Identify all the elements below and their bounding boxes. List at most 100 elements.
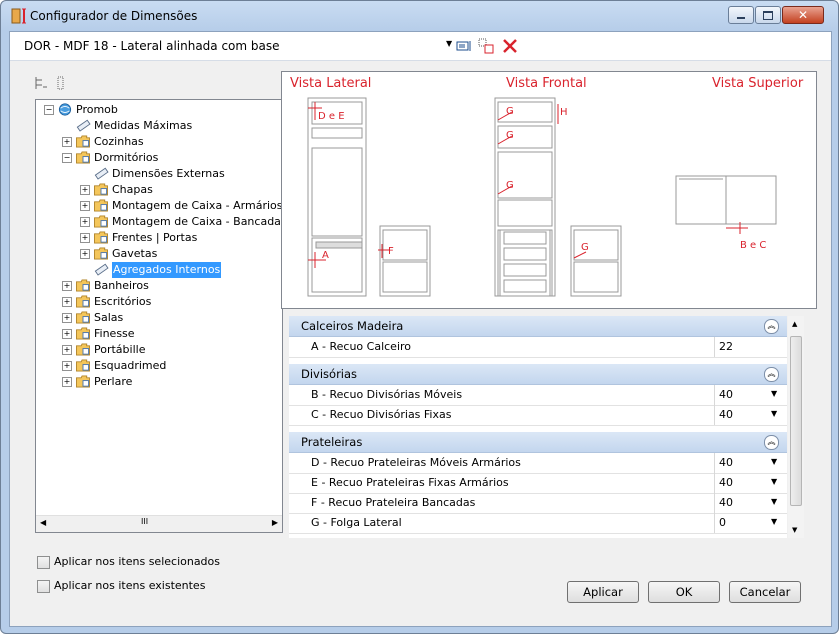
tree-item[interactable]: Medidas Máximas — [36, 118, 281, 134]
folder-icon — [76, 359, 90, 372]
collapse-icon[interactable]: ︽ — [764, 435, 779, 450]
tree-item-label: Esquadrimed — [94, 359, 167, 372]
scroll-left-icon[interactable]: ◀ — [40, 518, 46, 527]
expand-node-icon[interactable]: + — [80, 201, 90, 211]
tree-item[interactable]: Agregados Internos — [36, 262, 281, 278]
collapse-icon[interactable]: ︽ — [764, 319, 779, 334]
chevron-down-icon[interactable]: ▼ — [771, 409, 777, 418]
tree-item[interactable]: + Gavetas — [36, 246, 281, 262]
category-divisorias[interactable]: Divisórias ︽ — [289, 364, 787, 385]
category-calceiros[interactable]: Calceiros Madeira ︽ — [289, 316, 787, 337]
apply-button[interactable]: Aplicar — [567, 581, 639, 603]
tree-item[interactable]: + Frentes | Portas — [36, 230, 281, 246]
expand-node-icon[interactable]: + — [80, 249, 90, 259]
property-row-c[interactable]: C - Recuo Divisórias Fixas 40 ▼ — [289, 405, 787, 426]
property-value[interactable]: 40 — [719, 476, 733, 489]
expand-node-icon[interactable]: + — [62, 361, 72, 371]
tree-item[interactable]: + Montagem de Caixa - Bancadas — [36, 214, 287, 230]
property-value[interactable]: 40 — [719, 496, 733, 509]
property-value[interactable]: 40 — [719, 408, 733, 421]
tree-item[interactable]: + Perlare — [36, 374, 281, 390]
globe-icon — [58, 103, 72, 116]
expand-node-icon[interactable]: + — [62, 329, 72, 339]
chevron-down-icon[interactable]: ▼ — [771, 477, 777, 486]
tree-item[interactable]: − Dormitórios — [36, 150, 281, 166]
properties-icon[interactable] — [456, 38, 472, 54]
tree-item-label: Perlare — [94, 375, 133, 388]
tree-item-label: Montagem de Caixa - Bancadas — [112, 215, 287, 228]
property-value[interactable]: 40 — [719, 456, 733, 469]
expand-node-icon[interactable]: + — [80, 217, 90, 227]
property-value[interactable]: 40 — [719, 388, 733, 401]
category-tree[interactable]: ◀ III ▶ − Promob Medidas Máximas + Cozinhas −… — [35, 99, 287, 533]
category-prateleiras[interactable]: Prateleiras ︽ — [289, 432, 787, 453]
tree-item[interactable]: + Finesse — [36, 326, 281, 342]
chevron-down-icon[interactable]: ▼ — [446, 39, 452, 48]
tree-item[interactable]: − Promob — [36, 102, 281, 118]
tree-item-label: Banheiros — [94, 279, 149, 292]
expand-node-icon[interactable]: + — [62, 313, 72, 323]
collapse-node-icon[interactable]: − — [44, 105, 54, 115]
marker-f: F — [388, 246, 394, 257]
property-row-f[interactable]: F - Recuo Prateleira Bancadas 40 ▼ — [289, 493, 787, 514]
scroll-thumb-grip[interactable]: III — [141, 517, 148, 526]
expand-node-icon[interactable]: + — [62, 137, 72, 147]
property-row-a[interactable]: A - Recuo Calceiro 22 — [289, 337, 787, 358]
scroll-up-icon[interactable]: ▲ — [792, 320, 797, 328]
property-row-d[interactable]: D - Recuo Prateleiras Móveis Armários 40… — [289, 453, 787, 474]
dimension-preview: Vista Lateral Vista Frontal Vista Superi… — [281, 71, 817, 309]
property-row-b[interactable]: B - Recuo Divisórias Móveis 40 ▼ — [289, 385, 787, 406]
title-bar: Configurador de Dimensões ✕ — [1, 1, 838, 31]
maximize-button[interactable] — [755, 6, 781, 24]
item-selector[interactable]: DOR - MDF 18 - Lateral alinhada com base — [24, 39, 280, 53]
tree-item[interactable]: + Chapas — [36, 182, 281, 198]
tree-item-label: Dimensões Externas — [112, 167, 225, 180]
folder-icon — [94, 199, 108, 212]
property-label: A - Recuo Calceiro — [311, 340, 412, 353]
tree-item[interactable]: + Portábille — [36, 342, 281, 358]
tree-item[interactable]: + Banheiros — [36, 278, 281, 294]
tree-expand-icon[interactable] — [34, 76, 48, 90]
tree-collapse-icon[interactable] — [56, 76, 66, 90]
scroll-right-icon[interactable]: ▶ — [272, 518, 278, 527]
apply-selected-checkbox[interactable] — [37, 556, 50, 569]
tree-item-label: Medidas Máximas — [94, 119, 193, 132]
close-button[interactable]: ✕ — [782, 6, 824, 24]
expand-node-icon[interactable]: + — [80, 233, 90, 243]
folder-icon — [76, 135, 90, 148]
expand-node-icon[interactable]: + — [62, 297, 72, 307]
tree-item[interactable]: Dimensões Externas — [36, 166, 281, 182]
ok-button[interactable]: OK — [648, 581, 720, 603]
chevron-down-icon[interactable]: ▼ — [771, 457, 777, 466]
expand-node-icon[interactable]: + — [62, 345, 72, 355]
expand-node-icon[interactable]: + — [62, 281, 72, 291]
collapse-node-icon[interactable]: − — [62, 153, 72, 163]
chevron-down-icon[interactable]: ▼ — [771, 497, 777, 506]
delete-icon[interactable] — [502, 38, 518, 54]
tree-item[interactable]: + Cozinhas — [36, 134, 281, 150]
property-value[interactable]: 0 — [719, 516, 726, 529]
expand-node-icon[interactable]: + — [80, 185, 90, 195]
tree-item[interactable]: + Escritórios — [36, 294, 281, 310]
property-row-g[interactable]: G - Folga Lateral 0 ▼ — [289, 513, 787, 534]
tree-item[interactable]: + Montagem de Caixa - Armários — [36, 198, 283, 214]
collapse-icon[interactable]: ︽ — [764, 367, 779, 382]
apply-existing-checkbox[interactable] — [37, 580, 50, 593]
property-grid-scrollbar[interactable]: ▲ ▼ — [788, 316, 804, 538]
property-value[interactable]: 22 — [719, 340, 733, 353]
chevron-down-icon[interactable]: ▼ — [771, 389, 777, 398]
chevron-down-icon[interactable]: ▼ — [771, 517, 777, 526]
tree-item[interactable]: + Esquadrimed — [36, 358, 281, 374]
copy-icon[interactable] — [478, 38, 494, 54]
tree-horizontal-scrollbar[interactable]: ◀ III ▶ — [36, 515, 282, 532]
minimize-button[interactable] — [728, 6, 754, 24]
property-row-e[interactable]: E - Recuo Prateleiras Fixas Armários 40 … — [289, 473, 787, 494]
minimize-icon — [737, 17, 745, 19]
scroll-thumb[interactable] — [790, 336, 802, 506]
expand-node-icon[interactable]: + — [62, 377, 72, 387]
scroll-down-icon[interactable]: ▼ — [792, 526, 797, 534]
property-label: F - Recuo Prateleira Bancadas — [311, 496, 476, 509]
cancel-button[interactable]: Cancelar — [729, 581, 801, 603]
tree-item[interactable]: + Salas — [36, 310, 281, 326]
category-title: Prateleiras — [301, 435, 363, 449]
